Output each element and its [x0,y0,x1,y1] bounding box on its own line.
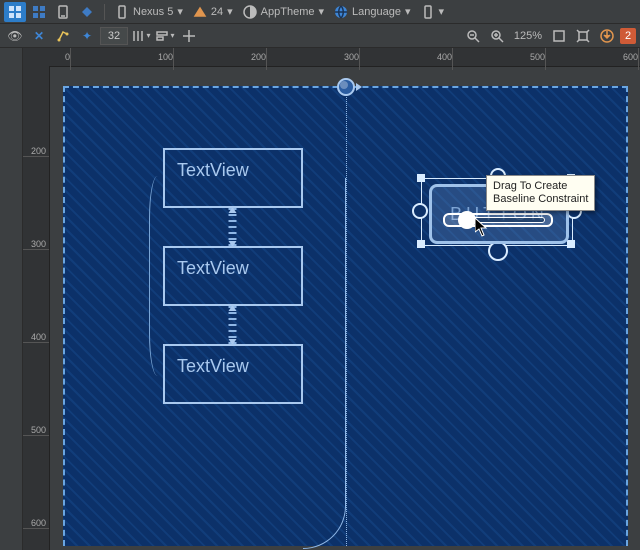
default-margin-value: 32 [108,30,120,42]
constraint-anchor-left[interactable] [412,203,428,219]
autoconnect-toggle[interactable]: ✦ [76,26,98,46]
blueprint-view-icon[interactable] [28,2,50,22]
visibility-toggle[interactable]: 👁 [4,26,26,46]
device-name: Nexus 5 [133,6,173,18]
constraint-curve [303,178,346,549]
baseline-handle[interactable] [458,211,476,229]
constraint-anchor-bottom[interactable] [488,241,508,261]
align-menu[interactable]: ▾ [154,26,176,46]
component-textview[interactable]: TextView [163,148,303,208]
adaptive-icon[interactable] [76,2,98,22]
layers-toggle[interactable] [596,26,618,46]
orientation-toggle-icon[interactable] [52,2,74,22]
ruler-v-tick: 200 [23,146,49,157]
zoom-out-button[interactable] [462,26,484,46]
ruler-horizontal[interactable]: 0 100 200 300 400 500 600 [49,48,640,67]
constraint-chain[interactable] [233,306,234,344]
pack-menu[interactable]: ▾ [130,26,152,46]
component-textview[interactable]: TextView [163,344,303,404]
dropdown-caret-icon: ▾ [177,5,183,18]
notification-badge[interactable]: 2 [620,28,636,44]
notification-count: 2 [625,30,631,42]
left-gutter [0,48,23,550]
resize-handle-se[interactable] [567,240,575,248]
variant-selector[interactable]: ▾ [417,2,449,22]
zoom-level-label: 125% [514,30,542,42]
clear-constraints-button[interactable]: ✕ [28,26,50,46]
layout-editor-window: Nexus 5 ▾ 24 ▾ AppTheme ▾ Language ▾ ▾ 👁… [0,0,640,550]
magnet-icon: ✦ [82,29,92,43]
canvas-wrap: 0 100 200 300 400 500 600 200 300 400 50… [23,48,640,550]
editor-toolbar-secondary: 👁 ✕ ✦ 32 ▾ ▾ 125% [0,24,640,48]
ruler-v-tick: 500 [23,425,49,436]
dropdown-caret-icon: ▾ [439,5,445,18]
theme-name: AppTheme [261,6,315,18]
component-label: TextView [177,356,249,377]
baseline-inner[interactable] [471,217,545,223]
ruler-v-tick: 600 [23,518,49,529]
tooltip: Drag To Create Baseline Constraint [486,175,595,211]
guidelines-menu[interactable] [178,26,200,46]
api-level-selector[interactable]: 24 ▾ [189,2,237,22]
ruler-vertical[interactable]: 200 300 400 500 600 [23,66,50,550]
editor-body: 0 100 200 300 400 500 600 200 300 400 50… [0,48,640,550]
component-label: TextView [177,258,249,279]
chain-bracket [149,176,166,376]
dropdown-caret-icon: ▾ [405,5,411,18]
guideline-anchor[interactable] [337,78,355,96]
separator [104,4,105,20]
resize-handle-sw[interactable] [417,240,425,248]
constraint-chain[interactable] [233,208,234,246]
dropdown-caret-icon: ▾ [318,5,324,18]
component-textview[interactable]: TextView [163,246,303,306]
zoom-fit-button[interactable] [548,26,570,46]
pan-toggle[interactable] [572,26,594,46]
dropdown-caret-icon: ▾ [227,5,233,18]
editor-toolbar-primary: Nexus 5 ▾ 24 ▾ AppTheme ▾ Language ▾ ▾ [0,0,640,24]
ruler-origin [23,48,50,67]
theme-selector[interactable]: AppTheme ▾ [239,2,328,22]
dropdown-caret-icon: ▾ [146,31,150,40]
api-level: 24 [211,6,223,18]
eye-icon: 👁 [7,29,22,43]
component-label: TextView [177,160,249,181]
blueprint-canvas[interactable]: TextView TextView TextView [63,86,628,546]
ruler-v-tick: 400 [23,332,49,343]
device-selector[interactable]: Nexus 5 ▾ [111,2,187,22]
design-surface[interactable]: TextView TextView TextView [49,66,640,550]
language-name: Language [352,6,401,18]
ruler-v-tick: 300 [23,239,49,250]
dropdown-caret-icon: ▾ [170,31,174,40]
design-view-icon[interactable] [4,2,26,22]
default-margin-field[interactable]: 32 [100,27,128,45]
zoom-in-button[interactable] [486,26,508,46]
language-selector[interactable]: Language ▾ [330,2,414,22]
infer-constraints-button[interactable] [52,26,74,46]
resize-handle-nw[interactable] [417,174,425,182]
clear-x-icon: ✕ [34,29,44,43]
